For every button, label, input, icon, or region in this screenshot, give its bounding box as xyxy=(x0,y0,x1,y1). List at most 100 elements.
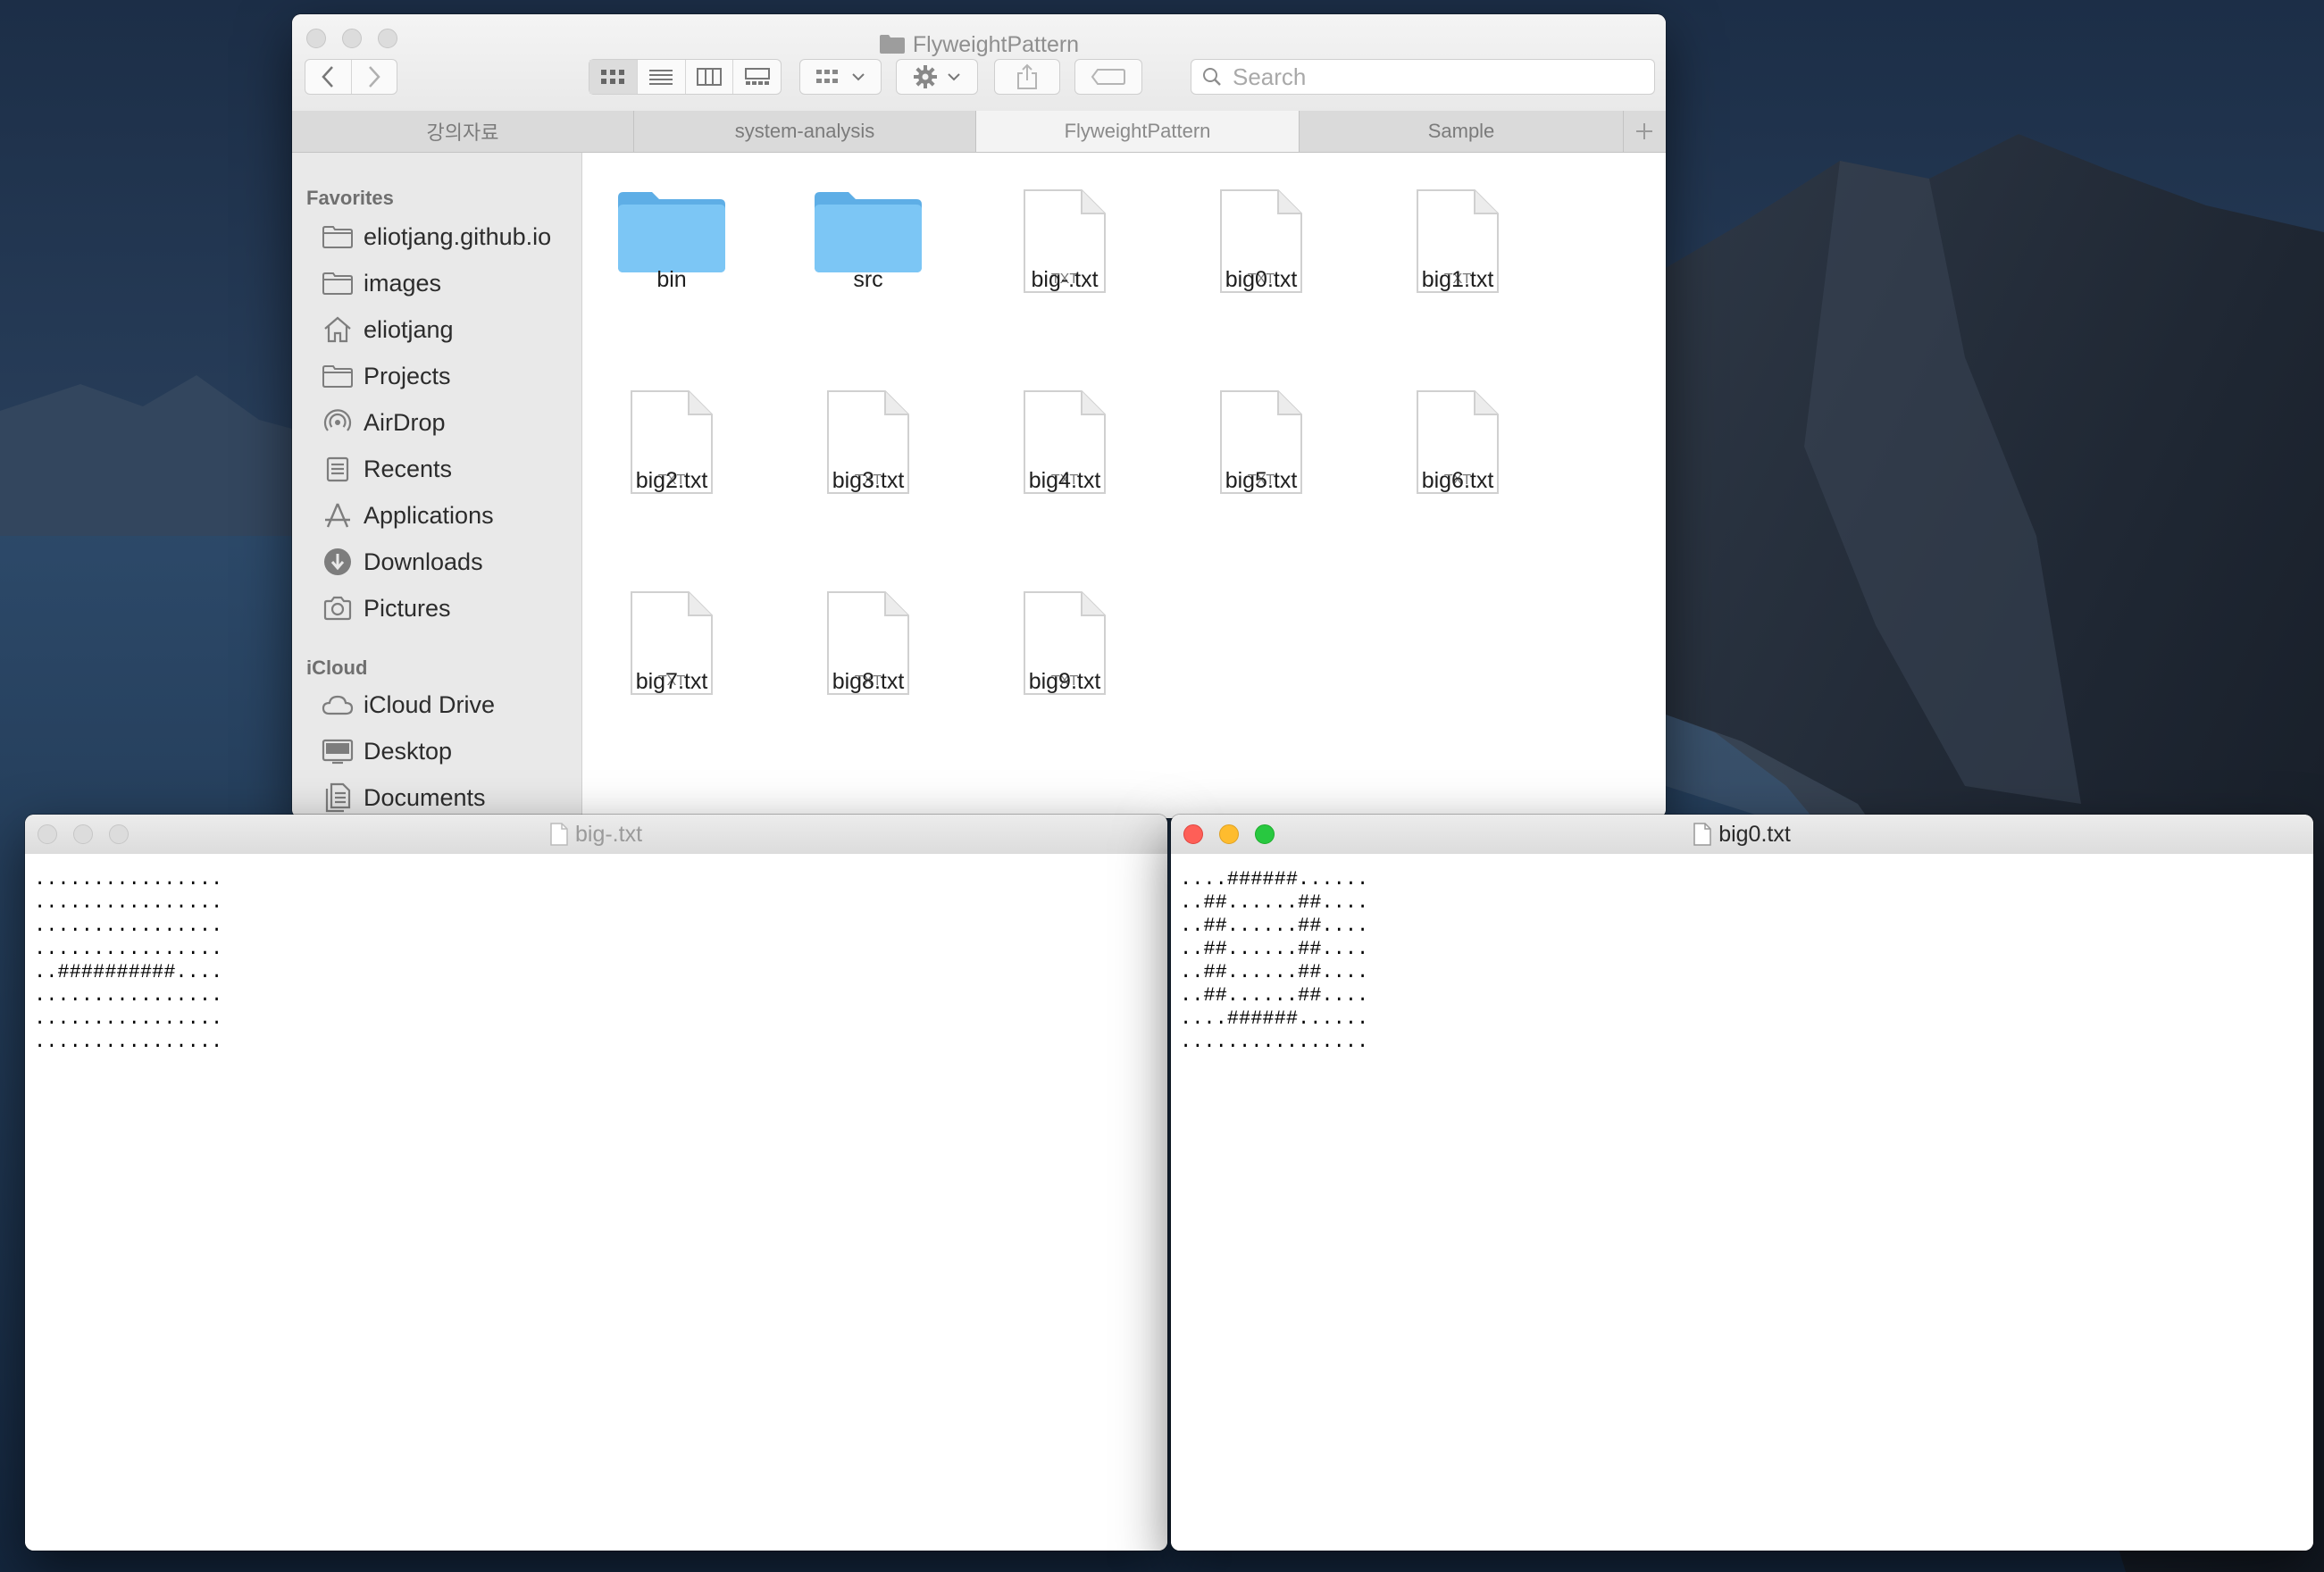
file-item-big8-txt[interactable]: TXT big8.txt xyxy=(779,555,957,733)
airdrop-icon xyxy=(321,408,355,437)
file-item-big2-txt[interactable]: TXT big2.txt xyxy=(582,354,761,532)
file-item-big6-txt[interactable]: TXT big6.txt xyxy=(1368,354,1547,532)
sidebar-item-documents[interactable]: Documents xyxy=(321,778,486,817)
sidebar-item-recents[interactable]: Recents xyxy=(321,449,452,489)
file-item-bin[interactable]: bin xyxy=(582,153,761,331)
file-name: big5.txt xyxy=(1225,468,1298,493)
view-mode-buttons xyxy=(589,59,782,95)
close-button[interactable] xyxy=(1183,824,1203,844)
sidebar-item-downloads[interactable]: Downloads xyxy=(321,542,483,581)
file-browser: bin src TXT big-.txt TXT big0.txt TXT bi… xyxy=(582,153,1666,818)
downloads-icon xyxy=(321,548,355,576)
file-name: big4.txt xyxy=(1028,468,1101,493)
tab-lecture-materials[interactable]: 강의자료 xyxy=(292,111,634,152)
list-view-button[interactable] xyxy=(636,60,685,94)
sidebar-item-label: images xyxy=(364,269,442,297)
folder-icon xyxy=(879,33,906,54)
sidebar-item-eliotjang[interactable]: eliotjang xyxy=(321,310,454,349)
folder-icon xyxy=(321,362,355,390)
tags-button[interactable] xyxy=(1074,59,1142,95)
file-name: big7.txt xyxy=(635,669,708,694)
group-by-button[interactable] xyxy=(799,59,882,95)
tab-system-analysis[interactable]: system-analysis xyxy=(634,111,976,152)
file-name: big-.txt xyxy=(1031,267,1099,292)
search-input[interactable] xyxy=(1231,62,1627,92)
file-item-big4-txt[interactable]: TXT big4.txt xyxy=(975,354,1154,532)
file-item-big5-txt[interactable]: TXT big5.txt xyxy=(1172,354,1350,532)
textedit-window-big0: big0.txt ....######...... ..##......##..… xyxy=(1171,815,2313,1551)
chevron-left-icon xyxy=(322,66,334,88)
navigation-buttons xyxy=(305,59,397,95)
sidebar-item-icloud-drive[interactable]: iCloud Drive xyxy=(321,685,495,724)
share-button[interactable] xyxy=(994,59,1060,95)
gallery-view-button[interactable] xyxy=(732,60,781,94)
sidebar-item-label: eliotjang xyxy=(364,315,454,343)
sidebar-item-airdrop[interactable]: AirDrop xyxy=(321,403,446,442)
file-item-big3-txt[interactable]: TXT big3.txt xyxy=(779,354,957,532)
window-controls xyxy=(38,824,129,844)
minimize-button[interactable] xyxy=(1219,824,1239,844)
file-item-big9-txt[interactable]: TXT big9.txt xyxy=(975,555,1154,733)
minimize-button[interactable] xyxy=(73,824,93,844)
tab-flyweight-pattern[interactable]: FlyweightPattern xyxy=(976,111,1300,152)
new-tab-button[interactable] xyxy=(1624,111,1665,152)
textedit-window-big-dash: big-.txt ................ ..............… xyxy=(25,815,1167,1551)
sidebar-item-label: Projects xyxy=(364,362,451,389)
column-view-button[interactable] xyxy=(684,60,733,94)
group-grid-icon xyxy=(816,70,838,83)
file-name: bin xyxy=(656,267,687,292)
sidebar-item-projects[interactable]: Projects xyxy=(321,356,451,396)
folder-icon xyxy=(815,192,922,272)
sidebar-item-images[interactable]: images xyxy=(321,263,441,303)
sidebar-item-label: Downloads xyxy=(364,548,483,575)
back-button[interactable] xyxy=(305,60,351,94)
sidebar-item-desktop[interactable]: Desktop xyxy=(321,732,452,771)
window-controls xyxy=(1183,824,1275,844)
tab-sample[interactable]: Sample xyxy=(1300,111,1624,152)
sidebar-heading-icloud: iCloud xyxy=(306,656,368,679)
applications-icon xyxy=(321,501,355,530)
tab-label: Sample xyxy=(1427,120,1495,142)
columns-icon xyxy=(696,68,722,86)
window-title-text: big-.txt xyxy=(574,822,643,847)
sidebar-item-eliotjang-github-io[interactable]: eliotjang.github.io xyxy=(321,217,551,256)
file-item-big7-txt[interactable]: TXT big7.txt xyxy=(582,555,761,733)
window-titlebar: big-.txt xyxy=(25,815,1167,855)
zoom-button[interactable] xyxy=(109,824,129,844)
finder-window: FlyweightPattern Search 강의자료 system-anal… xyxy=(292,14,1666,818)
file-name: big1.txt xyxy=(1421,267,1494,292)
search-field[interactable] xyxy=(1191,59,1655,95)
sidebar-item-label: AirDrop xyxy=(364,408,446,436)
forward-button[interactable] xyxy=(350,60,397,94)
folder-icon xyxy=(618,192,725,272)
file-item-big0-txt[interactable]: TXT big0.txt xyxy=(1172,153,1350,331)
sidebar-item-pictures[interactable]: Pictures xyxy=(321,589,451,628)
chevron-right-icon xyxy=(368,66,380,88)
action-menu-button[interactable] xyxy=(896,59,978,95)
text-editor-content[interactable]: ................ ................ ......… xyxy=(25,854,1167,1551)
file-name: big6.txt xyxy=(1421,468,1494,493)
window-title-text: FlyweightPattern xyxy=(912,32,1080,57)
share-icon xyxy=(1017,63,1037,89)
close-button[interactable] xyxy=(38,824,57,844)
chevron-down-icon xyxy=(948,73,960,81)
icon-view-button[interactable] xyxy=(589,60,637,94)
file-item-big1-txt[interactable]: TXT big1.txt xyxy=(1368,153,1547,331)
file-name: big0.txt xyxy=(1225,267,1298,292)
gear-icon xyxy=(914,65,937,88)
text-document-icon xyxy=(1693,819,1711,846)
file-name: src xyxy=(853,267,883,292)
sidebar: Favorites eliotjang.github.io images eli… xyxy=(292,153,582,818)
window-title: FlyweightPattern xyxy=(292,32,1666,58)
sidebar-item-applications[interactable]: Applications xyxy=(321,496,494,535)
file-name: big2.txt xyxy=(635,468,708,493)
file-name: big8.txt xyxy=(832,669,905,694)
file-item-src[interactable]: src xyxy=(779,153,957,331)
text-editor-content[interactable]: ....######...... ..##......##.... ..##..… xyxy=(1171,854,2313,1551)
sidebar-item-label: Documents xyxy=(364,783,486,811)
zoom-button[interactable] xyxy=(1255,824,1275,844)
file-item-big-dash-txt[interactable]: TXT big-.txt xyxy=(975,153,1154,331)
folder-icon xyxy=(321,222,355,251)
tab-label: 강의자료 xyxy=(426,121,499,144)
search-icon xyxy=(1203,68,1221,86)
